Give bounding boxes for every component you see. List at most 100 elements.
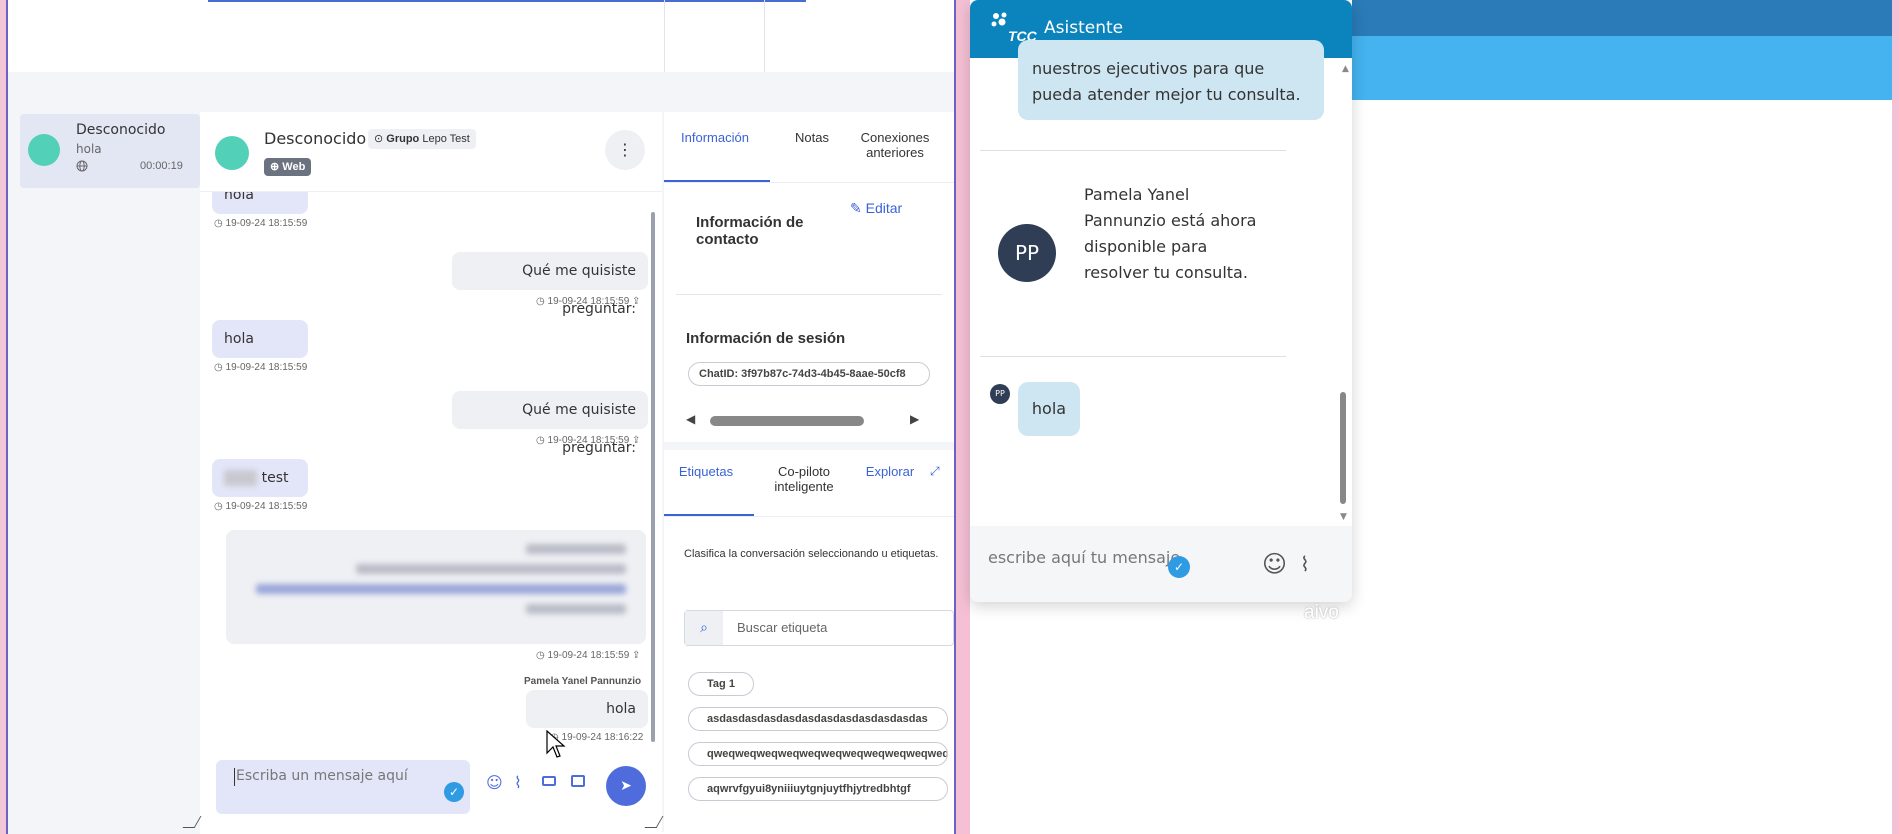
tab-informacion[interactable]: Información: [678, 130, 752, 145]
tab-divider: [664, 182, 954, 183]
message-input-placeholder: Escriba un mensaje aquí: [236, 768, 408, 784]
tab-conexiones[interactable]: Conexiones anteriores: [850, 130, 940, 160]
top-divider: [764, 0, 765, 72]
group-icon: ⊙: [374, 133, 384, 145]
message-text: hola: [1031, 399, 1067, 418]
globe-icon: [76, 160, 88, 172]
message-divider: [980, 356, 1286, 357]
host-site-banner: [1352, 36, 1899, 100]
message-divider: [980, 150, 1286, 151]
attachment-icon[interactable]: ⌇: [1300, 552, 1310, 576]
kebab-menu-button[interactable]: ⋮: [605, 130, 645, 170]
message-text: hola: [224, 192, 254, 203]
message-timestamp: ◷ 19-09-24 18:15:59: [214, 218, 308, 229]
avatar: [28, 134, 60, 166]
bot-message: nuestros ejecutivos para que pueda atend…: [1018, 40, 1324, 120]
chat-scrollbar[interactable]: [651, 212, 655, 742]
message-text: test: [261, 470, 289, 486]
message-timestamp: ◷ 19-09-24 18:15:59: [214, 362, 308, 373]
message-text: Qué me quisiste preguntar:: [522, 402, 636, 456]
tag-pill[interactable]: aqwrvfgyui8yniiiuytgnjuytfhjytredbhtgf: [688, 777, 948, 801]
aivo-brand: aivo: [1304, 602, 1339, 623]
text-caret: [234, 768, 235, 786]
chat-widget: TCC Asistente nuestros ejecutivos para q…: [970, 0, 1352, 602]
tag-pill[interactable]: asdasdasdasdasdasdasdasdasdasdasdas: [688, 707, 948, 731]
kebab-vertical-icon: ⋮: [617, 140, 633, 159]
scroll-up-icon[interactable]: ▲: [1342, 64, 1349, 74]
message-outgoing: hola: [526, 690, 648, 728]
scroll-down-icon[interactable]: ▼: [1340, 512, 1347, 522]
conversation-name: Desconocido: [76, 122, 166, 138]
tab-notas[interactable]: Notas: [782, 130, 842, 145]
message-sender: Pamela Yanel Pannunzio: [524, 676, 642, 687]
tag-search-input[interactable]: ⌕ Buscar etiqueta: [684, 610, 954, 646]
video-icon[interactable]: [542, 776, 556, 786]
emoji-icon[interactable]: ☺: [486, 773, 503, 792]
tab-copiloto[interactable]: Co-piloto inteligente: [764, 464, 844, 494]
channel-label: Web: [282, 161, 306, 173]
edit-button[interactable]: ✎ Editar: [850, 200, 902, 217]
chat-id-pill: ChatID: 3f97b87c-74d3-4b45-8aae-50cf8: [688, 362, 930, 386]
top-accent-line: [208, 0, 806, 2]
agent-avatar: PP: [998, 224, 1056, 282]
send-button[interactable]: ➤: [606, 766, 646, 806]
pencil-icon: ✎: [850, 200, 862, 216]
conversation-item[interactable]: Desconocido hola 00:00:19: [20, 114, 200, 188]
attachment-icon[interactable]: ⌇: [514, 773, 522, 792]
conversation-preview: hola: [76, 142, 102, 156]
message-text: hola: [224, 331, 254, 347]
conversation-time: 00:00:19: [140, 160, 183, 172]
widget-title: Asistente: [1044, 18, 1124, 38]
expand-icon[interactable]: ⤢: [930, 464, 940, 479]
send-icon: ➤: [620, 778, 632, 794]
scroll-left-icon[interactable]: ◀: [686, 412, 695, 426]
message-text: hola: [606, 701, 636, 717]
message-incoming: hola: [212, 192, 308, 214]
blurred-text: xxxx: [224, 470, 258, 486]
session-info-title: Información de sesión: [686, 330, 846, 347]
section-gap: [664, 442, 954, 450]
tag-pill[interactable]: qweqweqweqweqweqweqweqweqweqweqweq: [688, 742, 948, 766]
emoji-icon[interactable]: ☺: [1262, 550, 1287, 578]
templates-icon[interactable]: [571, 775, 585, 787]
tab-etiquetas[interactable]: Etiquetas: [670, 464, 742, 479]
blurred-content: [246, 540, 626, 630]
grammar-check-icon[interactable]: ✓: [444, 782, 464, 802]
tab-explorar[interactable]: Explorar: [860, 464, 920, 479]
message-list: hola ◷ 19-09-24 18:15:59 Qué me quisiste…: [200, 192, 662, 752]
message-incoming: xxxx test: [212, 459, 308, 497]
message-outgoing: Qué me quisiste preguntar:: [452, 391, 648, 456]
horizontal-scrollbar[interactable]: [710, 416, 864, 426]
channel-badge: ⊕ Web: [264, 158, 312, 176]
message-incoming: hola: [212, 320, 308, 358]
message-input[interactable]: Escriba un mensaje aquí ✓: [216, 760, 470, 814]
page-edge-strip: [1892, 0, 1899, 834]
globe-icon: ⊕: [270, 161, 280, 173]
message-timestamp: ◷ 19-09-24 18:15:59 ⇪: [536, 296, 641, 307]
chat-header: Desconocido ⊙ Grupo Lepo Test ⊕ Web ⋮: [200, 112, 662, 192]
tag-pill[interactable]: Tag 1: [688, 672, 754, 696]
scroll-right-icon[interactable]: ▶: [910, 412, 919, 426]
group-name: Lepo Test: [422, 133, 470, 145]
classify-text: Clasifica la conversación seleccionando …: [684, 548, 939, 560]
widget-scrollbar[interactable]: [1340, 392, 1346, 504]
group-prefix: Grupo: [386, 133, 420, 145]
user-message: hola: [1018, 382, 1080, 436]
tab-divider: [664, 516, 954, 517]
message-timestamp: ◷ 19-09-24 18:15:59: [214, 501, 308, 512]
info-panel: Información Notas Conexiones anteriores …: [664, 112, 954, 834]
grammar-check-icon[interactable]: ✓: [1168, 556, 1190, 578]
group-badge: ⊙ Grupo Lepo Test: [368, 129, 476, 149]
search-icon: ⌕: [685, 611, 723, 645]
conversation-list: [8, 112, 200, 834]
agent-available-text: Pamela Yanel Pannunzio está ahora dispon…: [1084, 185, 1257, 282]
section-divider: [676, 294, 942, 295]
message-timestamp: ◷ 19-09-24 18:15:59 ⇪: [536, 650, 641, 661]
edit-label: Editar: [865, 200, 903, 216]
widget-input-area[interactable]: escribe aquí tu mensaje ✓ ☺ ⌇: [970, 526, 1352, 602]
message-text: nuestros ejecutivos para que pueda atend…: [1032, 59, 1301, 104]
mouse-cursor-icon: [546, 730, 566, 758]
message-outgoing: Qué me quisiste preguntar:: [452, 252, 648, 317]
tag-search-placeholder: Buscar etiqueta: [737, 620, 828, 635]
top-divider: [664, 0, 665, 72]
